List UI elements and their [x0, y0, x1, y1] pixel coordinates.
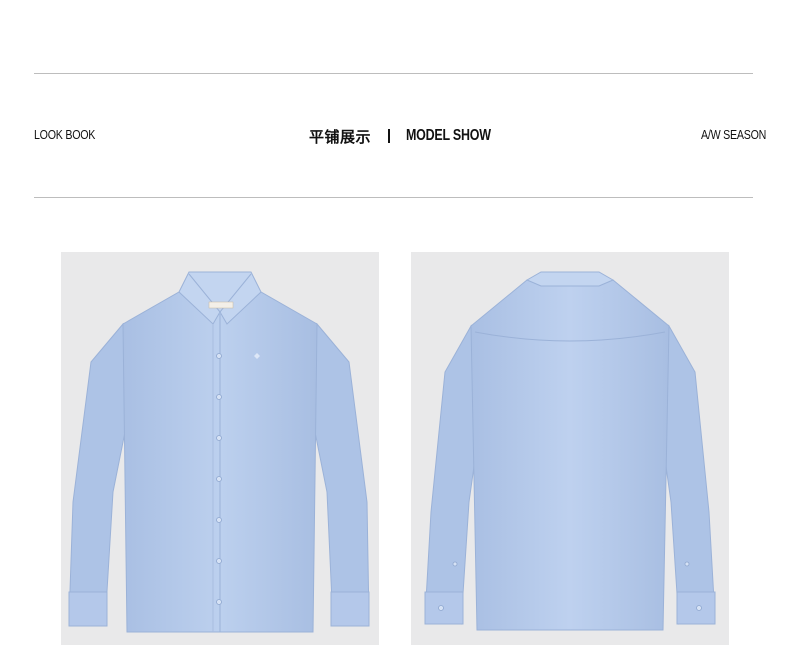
section-title: 平铺展示 MODEL SHOW — [309, 124, 515, 148]
top-divider — [34, 73, 753, 74]
season-label: A/W SEASON — [701, 127, 767, 142]
bottom-divider — [34, 197, 753, 198]
look-book-label: LOOK BOOK — [34, 127, 96, 142]
shirt-front-illustration — [68, 271, 370, 633]
shirt-back-illustration — [424, 271, 716, 631]
section-title-en: MODEL SHOW — [406, 127, 491, 144]
shirt-back-image — [411, 252, 729, 645]
shirt-front-image — [61, 252, 379, 645]
title-separator — [388, 129, 391, 143]
section-title-cn: 平铺展示 — [309, 127, 372, 146]
